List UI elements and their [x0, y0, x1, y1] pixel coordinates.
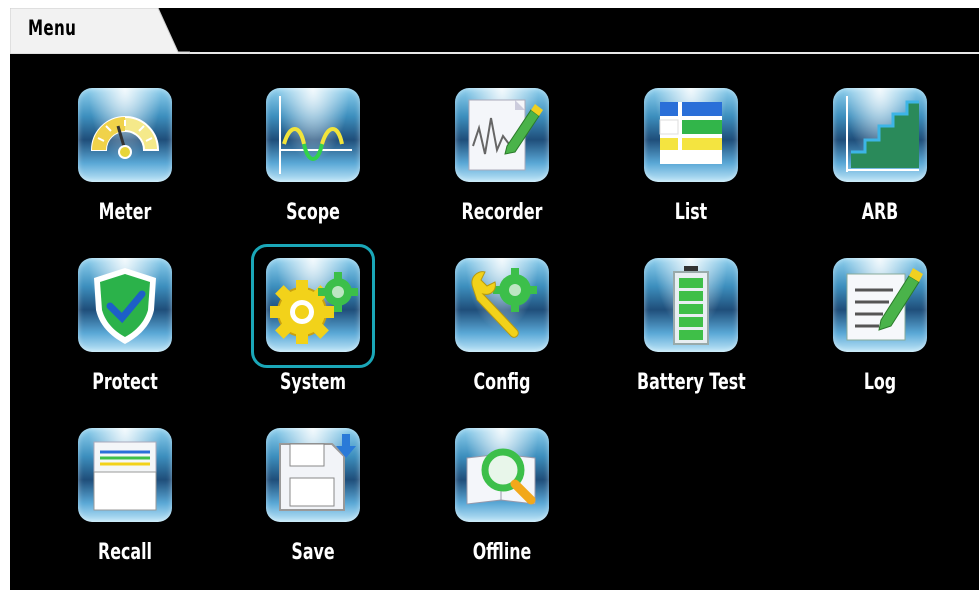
menu-item-list[interactable]: List — [616, 88, 766, 248]
title-bar: Menu — [10, 8, 979, 54]
battery-icon — [644, 258, 738, 352]
menu-item-save[interactable]: Save — [238, 428, 388, 588]
menu-item-label: List — [674, 200, 708, 225]
menu-item-label: Save — [291, 540, 335, 565]
menu-screen: Menu Meter Scope Recorder List ARB Prote… — [10, 8, 979, 590]
recall-tray-icon — [78, 428, 172, 522]
menu-item-label: Log — [863, 370, 897, 395]
menu-item-scope[interactable]: Scope — [238, 88, 388, 248]
menu-item-label: Offline — [472, 540, 532, 565]
menu-item-label: Meter — [98, 200, 152, 225]
shield-check-icon — [78, 258, 172, 352]
log-notepad-icon — [833, 258, 927, 352]
menu-item-protect[interactable]: Protect — [50, 258, 200, 418]
recorder-chart-icon — [455, 88, 549, 182]
menu-item-offline[interactable]: Offline — [427, 428, 577, 588]
menu-item-config[interactable]: Config — [427, 258, 577, 418]
arb-staircase-icon — [833, 88, 927, 182]
menu-tab: Menu — [10, 8, 190, 54]
menu-item-label: ARB — [861, 200, 899, 225]
menu-item-label: Recorder — [461, 200, 543, 225]
list-table-icon — [644, 88, 738, 182]
menu-item-meter[interactable]: Meter — [50, 88, 200, 248]
config-wrench-icon — [455, 258, 549, 352]
system-gears-icon — [266, 258, 360, 352]
menu-item-recall[interactable]: Recall — [50, 428, 200, 588]
menu-item-label: Protect — [92, 370, 158, 395]
menu-item-system[interactable]: System — [238, 244, 388, 418]
title-divider — [170, 52, 979, 54]
scope-waveform-icon — [266, 88, 360, 182]
menu-item-label: Recall — [98, 540, 152, 565]
menu-item-recorder[interactable]: Recorder — [427, 88, 577, 248]
menu-item-log[interactable]: Log — [805, 258, 955, 418]
menu-item-label: System — [280, 370, 346, 395]
save-floppy-icon — [266, 428, 360, 522]
page-title: Menu — [28, 16, 77, 40]
menu-item-battery-test[interactable]: Battery Test — [616, 258, 766, 418]
meter-gauge-icon — [78, 88, 172, 182]
menu-item-arb[interactable]: ARB — [805, 88, 955, 248]
menu-item-label: Scope — [286, 200, 340, 225]
menu-item-label: Battery Test — [637, 370, 746, 395]
offline-magnifier-icon — [455, 428, 549, 522]
menu-item-label: Config — [473, 370, 531, 395]
